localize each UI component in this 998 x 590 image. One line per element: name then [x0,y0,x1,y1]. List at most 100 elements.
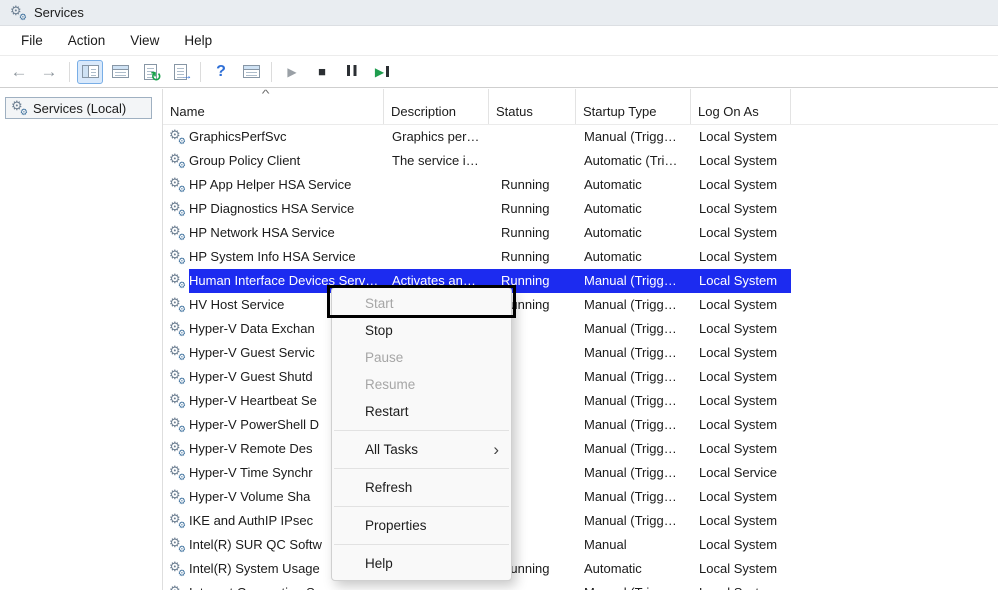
cell-startup-type: Automatic [576,173,691,197]
menu-help[interactable]: Help [180,31,216,50]
table-row[interactable]: Hyper-V Remote Des Manual (Trigg… Local … [163,437,998,461]
table-row[interactable]: IKE and AuthIP IPsec Manual (Trigg… Loca… [163,509,998,533]
console-tree-icon [82,65,99,78]
sidebar-item-label: Services (Local) [33,101,126,116]
show-hide-action-pane-button[interactable] [107,60,133,84]
menu-item-restart[interactable]: Restart [332,398,511,425]
cell-log-on-as: Local System [691,581,791,590]
table-row[interactable]: Intel(R) System Usage Running Automatic … [163,557,998,581]
cell-startup-type: Manual (Trigg… [576,581,691,590]
table-row[interactable]: Intel(R) SUR QC Softw Manual Local Syste… [163,533,998,557]
menu-item-refresh[interactable]: Refresh [332,474,511,501]
cell-log-on-as: Local System [691,293,791,317]
table-row[interactable]: Hyper-V Data Exchan Manual (Trigg… Local… [163,317,998,341]
cell-log-on-as: Local System [691,197,791,221]
table-row[interactable]: Hyper-V Guest Servic Manual (Trigg… Loca… [163,341,998,365]
row-cells: Internet Connection S… Manual (Trigg… Lo… [189,581,791,590]
cell-log-on-as: Local Service [691,461,791,485]
window-title: Services [34,5,84,20]
refresh-icon [144,64,157,80]
toolbar [0,56,998,88]
service-gear-icon [169,297,185,313]
back-button[interactable] [6,60,32,84]
cell-log-on-as: Local System [691,413,791,437]
service-gear-icon [169,441,185,457]
cell-startup-type: Manual (Trigg… [576,437,691,461]
menu-action[interactable]: Action [64,31,110,50]
sidebar-item-services-local[interactable]: Services (Local) [5,97,152,119]
stop-service-button[interactable] [309,60,335,84]
cell-log-on-as: Local System [691,389,791,413]
show-hide-console-tree-button[interactable] [77,60,103,84]
menu-item-all-tasks[interactable]: All Tasks [332,436,511,463]
service-gear-icon [169,393,185,409]
cell-name: Group Policy Client [189,149,384,173]
menu-file[interactable]: File [17,31,47,50]
menu-item-start[interactable]: Start [332,290,511,317]
row-cells: Group Policy Client The service i… Autom… [189,149,791,173]
table-row[interactable]: HV Host Service Running Manual (Trigg… L… [163,293,998,317]
menu-item-properties[interactable]: Properties [332,512,511,539]
table-row[interactable]: Hyper-V PowerShell D Manual (Trigg… Loca… [163,413,998,437]
cell-log-on-as: Local System [691,317,791,341]
table-row[interactable]: HP Network HSA Service Running Automatic… [163,221,998,245]
table-row[interactable]: GraphicsPerfSvc Graphics per… Manual (Tr… [163,125,998,149]
service-gear-icon [169,249,185,265]
column-header-status[interactable]: Status [489,89,576,124]
menu-item-help[interactable]: Help [332,550,511,577]
cell-log-on-as: Local System [691,533,791,557]
table-row[interactable]: HP Diagnostics HSA Service Running Autom… [163,197,998,221]
cell-log-on-as: Local System [691,245,791,269]
cell-startup-type: Manual (Trigg… [576,293,691,317]
column-header-description[interactable]: Description [384,89,489,124]
menu-item-pause[interactable]: Pause [332,344,511,371]
menu-view[interactable]: View [126,31,163,50]
cell-startup-type: Automatic [576,197,691,221]
column-header-filler [791,89,998,124]
table-row[interactable]: Hyper-V Time Synchr Manual (Trigg… Local… [163,461,998,485]
cell-log-on-as: Local System [691,365,791,389]
table-row[interactable]: Hyper-V Heartbeat Se Manual (Trigg… Loca… [163,389,998,413]
cell-log-on-as: Local System [691,341,791,365]
toolbar-separator [200,62,201,82]
cell-description: Graphics per… [384,125,489,149]
services-node-icon [11,100,27,116]
service-table-body: GraphicsPerfSvc Graphics per… Manual (Tr… [163,125,998,590]
toolbar-separator [271,62,272,82]
cell-log-on-as: Local System [691,557,791,581]
forward-button[interactable] [36,60,62,84]
context-menu: Start Stop Pause Resume Restart All Task… [331,287,512,581]
pause-service-button[interactable] [339,60,365,84]
menu-item-resume[interactable]: Resume [332,371,511,398]
row-cells: GraphicsPerfSvc Graphics per… Manual (Tr… [189,125,791,149]
help-button[interactable] [208,60,234,84]
table-row[interactable]: Hyper-V Guest Shutd Manual (Trigg… Local… [163,365,998,389]
cell-log-on-as: Local System [691,125,791,149]
table-row[interactable]: Human Interface Devices Serv… Activates … [163,269,998,293]
column-header-startup-type[interactable]: Startup Type [576,89,691,124]
refresh-button[interactable] [137,60,163,84]
restart-service-button[interactable] [369,60,395,84]
submenu-chevron-icon [493,440,499,457]
service-gear-icon [169,201,185,217]
table-row[interactable]: HP App Helper HSA Service Running Automa… [163,173,998,197]
table-row[interactable]: HP System Info HSA Service Running Autom… [163,245,998,269]
back-icon [11,63,28,80]
cell-startup-type: Automatic (Tri… [576,149,691,173]
column-header-log-on-as[interactable]: Log On As [691,89,791,124]
menu-item-label: Resume [365,377,415,392]
cell-startup-type: Manual (Trigg… [576,509,691,533]
table-row[interactable]: Hyper-V Volume Sha Manual (Trigg… Local … [163,485,998,509]
export-list-button[interactable] [167,60,193,84]
menu-item-label: Properties [365,518,427,533]
column-header-name[interactable]: Name [163,89,384,124]
table-row[interactable]: Internet Connection S… Manual (Trigg… Lo… [163,581,998,590]
service-gear-icon [169,537,185,553]
start-service-button[interactable] [279,60,305,84]
table-row[interactable]: Group Policy Client The service i… Autom… [163,149,998,173]
properties-button[interactable] [238,60,264,84]
menu-item-stop[interactable]: Stop [332,317,511,344]
menu-separator [334,544,509,545]
service-gear-icon [169,177,185,193]
menu-bar: File Action View Help [0,26,998,56]
